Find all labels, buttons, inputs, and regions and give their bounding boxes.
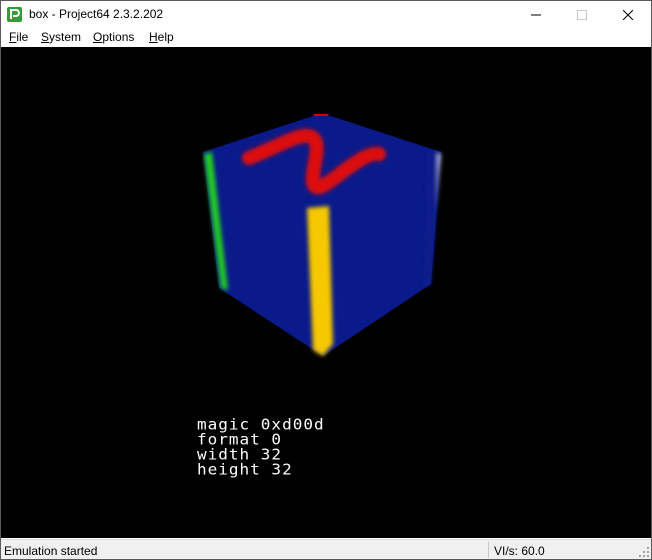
- menu-bar: File System Options Help: [1, 28, 651, 47]
- title-bar[interactable]: box - Project64 2.3.2.202: [1, 1, 651, 28]
- menu-options[interactable]: Options: [93, 30, 134, 44]
- menu-file[interactable]: File: [9, 30, 28, 44]
- status-message: Emulation started: [4, 544, 98, 558]
- resize-grip-icon[interactable]: [639, 547, 649, 557]
- maximize-button[interactable]: [559, 1, 605, 28]
- status-bar: Emulation started VI/s: 60.0: [1, 539, 651, 559]
- project64-app-icon: [7, 7, 22, 22]
- vi-rate-readout: VI/s: 60.0: [494, 544, 545, 558]
- window-title: box - Project64 2.3.2.202: [29, 7, 164, 21]
- menu-help[interactable]: Help: [149, 30, 174, 44]
- close-button[interactable]: [605, 1, 651, 28]
- rendered-cube: [203, 114, 441, 356]
- app-window: box - Project64 2.3.2.202 File System Op…: [0, 0, 652, 560]
- emulator-viewport[interactable]: magic 0xd00d format 0 width 32 height 32: [1, 47, 651, 538]
- debug-line-height: height 32: [197, 460, 293, 479]
- debug-text: magic 0xd00d format 0 width 32 height 32: [197, 417, 325, 477]
- status-divider: [488, 542, 489, 558]
- maximize-icon: [577, 9, 587, 20]
- minimize-button[interactable]: [513, 1, 559, 28]
- close-icon: [623, 9, 633, 20]
- minimize-icon: [531, 14, 541, 15]
- menu-system[interactable]: System: [41, 30, 81, 44]
